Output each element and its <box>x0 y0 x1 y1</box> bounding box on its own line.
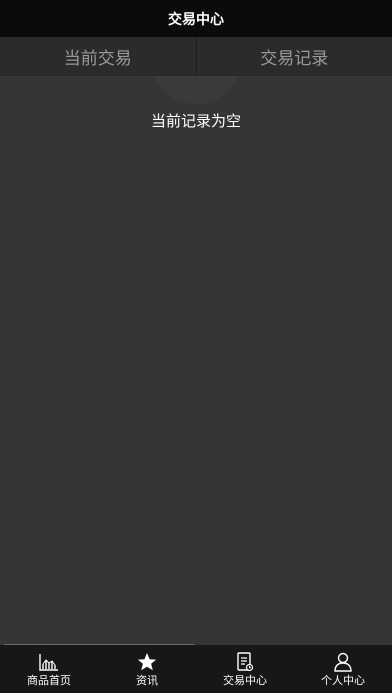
nav-item-news[interactable]: 资讯 <box>98 645 196 693</box>
nav-item-profile[interactable]: 个人中心 <box>294 645 392 693</box>
empty-state-illustration <box>150 76 242 104</box>
nav-label: 个人中心 <box>321 674 365 687</box>
nav-item-products-home[interactable]: 商品首页 <box>0 645 98 693</box>
nav-label: 商品首页 <box>27 674 71 687</box>
top-header: 交易中心 <box>0 0 392 37</box>
nav-item-trade-center[interactable]: 交易中心 <box>196 645 294 693</box>
nav-label: 资讯 <box>136 674 158 687</box>
tab-bar: 当前交易 交易记录 <box>0 37 392 76</box>
chart-icon <box>38 651 60 673</box>
tab-trade-history[interactable]: 交易记录 <box>197 37 392 75</box>
document-icon <box>234 651 256 673</box>
empty-state-message: 当前记录为空 <box>150 112 241 130</box>
bottom-navigation: 商品首页 资讯 交易中心 个人中心 <box>0 645 392 693</box>
star-icon <box>136 651 158 673</box>
page-title: 交易中心 <box>168 11 224 28</box>
user-icon <box>332 651 354 673</box>
tab-current-trades[interactable]: 当前交易 <box>0 37 196 75</box>
main-content: 当前记录为空 <box>0 76 392 645</box>
nav-label: 交易中心 <box>223 674 267 687</box>
